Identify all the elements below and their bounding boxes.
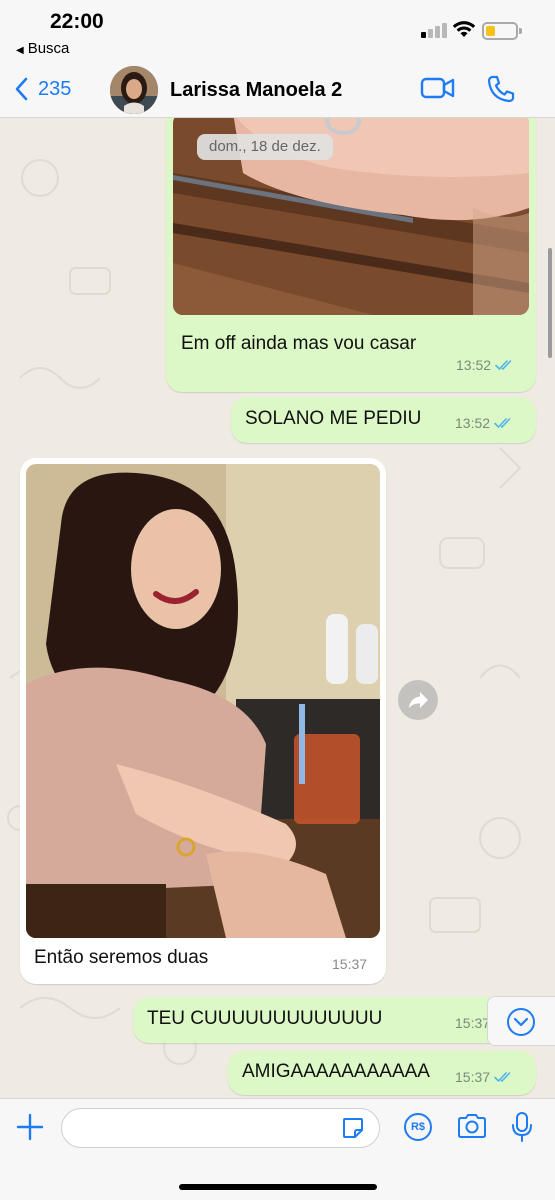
back-triangle-icon: ◀	[16, 45, 24, 56]
message-time: 15:37	[332, 956, 368, 972]
back-app-label: Busca	[27, 40, 70, 57]
message-time: 15:37	[455, 1069, 491, 1085]
message-bubble-incoming[interactable]: Então seremos duas 15:37	[20, 458, 386, 984]
double-check-icon	[494, 1072, 511, 1083]
wifi-icon	[452, 21, 476, 37]
scrollbar[interactable]	[548, 248, 552, 358]
back-to-app-link[interactable]: ◀ Busca	[16, 40, 69, 57]
message-meta: 13:52	[456, 357, 515, 373]
contact-name[interactable]: Larissa Manoela 2	[170, 79, 342, 102]
contact-avatar[interactable]	[110, 66, 158, 114]
double-check-icon	[494, 418, 511, 429]
status-time: 22:00	[50, 10, 104, 33]
video-camera-icon[interactable]	[420, 75, 456, 101]
message-text: Então seremos duas	[34, 947, 209, 968]
message-composer: R$	[0, 1098, 555, 1200]
chevron-down-circle-icon	[507, 1008, 535, 1036]
message-bubble-outgoing[interactable]: TEU CUUUUUUUUUUUUU 15:37	[133, 997, 536, 1043]
message-photo-engagement[interactable]	[26, 464, 380, 938]
chevron-left-icon	[15, 77, 28, 101]
message-text: AMIGAAAAAAAAAAA	[242, 1061, 430, 1082]
message-input[interactable]	[76, 1117, 326, 1141]
message-text: TEU CUUUUUUUUUUUUU	[147, 1008, 383, 1029]
message-bubble-outgoing[interactable]: SOLANO ME PEDIU 13:52	[231, 397, 536, 443]
unread-count: 235	[38, 77, 72, 100]
forward-button[interactable]	[398, 680, 438, 720]
date-separator: dom., 18 de dez.	[197, 134, 333, 160]
microphone-icon[interactable]	[511, 1111, 533, 1143]
chat-header: 235 Larissa Manoela 2	[0, 62, 555, 118]
message-time: 13:52	[456, 357, 492, 373]
message-meta: 15:37	[332, 956, 367, 972]
message-text: SOLANO ME PEDIU	[245, 408, 422, 429]
chat-area[interactable]: Em off ainda mas vou casar 13:52 dom., 1…	[0, 118, 555, 1098]
forward-arrow-icon	[409, 692, 428, 708]
phone-icon[interactable]	[486, 74, 516, 104]
back-button[interactable]: 235	[14, 72, 71, 106]
plus-icon[interactable]	[16, 1113, 44, 1141]
message-text: Em off ainda mas vou casar	[181, 333, 417, 354]
battery-icon	[482, 22, 522, 40]
message-meta: 15:37	[455, 1069, 514, 1085]
message-input-box[interactable]	[61, 1108, 380, 1148]
message-time: 15:37	[455, 1015, 491, 1031]
message-time: 13:52	[455, 415, 491, 431]
camera-icon[interactable]	[456, 1112, 488, 1140]
message-bubble-outgoing[interactable]: AMIGAAAAAAAAAAA 15:37	[228, 1051, 536, 1095]
payment-label: R$	[410, 1121, 426, 1133]
home-indicator	[179, 1184, 377, 1190]
message-meta: 13:52	[455, 415, 514, 431]
double-check-icon	[495, 360, 512, 371]
status-bar: 22:00 ◀ Busca	[0, 0, 555, 62]
cellular-signal-icon	[421, 22, 447, 38]
payment-icon[interactable]: R$	[404, 1113, 432, 1141]
scroll-to-bottom-button[interactable]	[487, 996, 555, 1046]
sticker-icon[interactable]	[341, 1116, 365, 1140]
